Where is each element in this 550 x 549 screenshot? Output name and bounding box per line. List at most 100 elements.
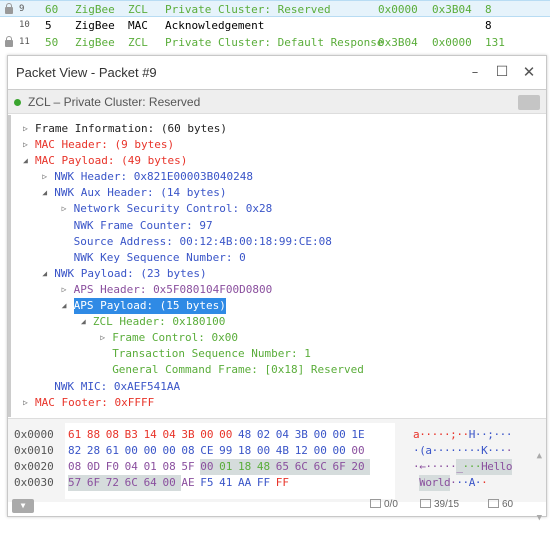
hex-byte[interactable]: 6F xyxy=(332,459,352,475)
expanded-arrow-icon[interactable]: ◢ xyxy=(81,314,86,330)
collapsed-arrow-icon[interactable]: ▷ xyxy=(62,201,67,217)
hex-byte[interactable]: 08 xyxy=(106,427,125,443)
hex-byte[interactable]: 00 xyxy=(144,443,163,459)
hex-byte[interactable]: 65 xyxy=(275,459,295,475)
tree-node[interactable]: ◢ ZCL Header: 0x180100 xyxy=(11,314,546,330)
hex-byte[interactable]: 01 xyxy=(219,459,239,475)
minimize-icon[interactable]: – xyxy=(464,56,486,89)
hex-byte[interactable]: 00 xyxy=(332,443,351,459)
packet-row[interactable]: 11 50 ZigBee ZCL Private Cluster: Default Re… xyxy=(0,34,550,51)
tree-node[interactable]: ◢ NWK Aux Header: (14 bytes) xyxy=(11,185,546,201)
hex-byte[interactable]: 18 xyxy=(238,443,257,459)
expand-down-button[interactable]: ▼ xyxy=(12,499,34,513)
hex-byte[interactable]: AE xyxy=(181,475,200,491)
packet-row[interactable]: 10 5 ZigBee MAC Acknowledgement 8 xyxy=(0,17,550,34)
hex-byte[interactable]: F0 xyxy=(106,459,125,475)
hex-byte[interactable]: 00 xyxy=(219,427,238,443)
hex-byte[interactable]: 18 xyxy=(238,459,257,475)
expanded-arrow-icon[interactable]: ◢ xyxy=(23,153,28,169)
hex-byte[interactable]: F5 xyxy=(200,475,219,491)
hex-byte[interactable]: 08 xyxy=(68,459,87,475)
hex-byte[interactable]: 1E xyxy=(351,427,370,443)
hex-byte[interactable]: CE xyxy=(200,443,219,459)
hex-byte[interactable]: 3B xyxy=(295,427,314,443)
tree-node[interactable]: ▷ NWK Header: 0x821E00003B040248 xyxy=(11,169,546,185)
tree-node[interactable]: General Command Frame: [0x18] Reserved xyxy=(11,362,546,378)
ascii-view[interactable]: a·····;··H··;··· ·(a········K···· ·←·····_… xyxy=(413,427,528,491)
tree-node[interactable]: ▷ Frame Control: 0x00 xyxy=(11,330,546,346)
hex-byte[interactable]: 00 xyxy=(314,443,333,459)
hex-byte[interactable]: 00 xyxy=(162,443,181,459)
ascii-char[interactable]: · xyxy=(481,475,488,491)
hex-byte[interactable]: 5F xyxy=(181,459,200,475)
tree-node[interactable]: Source Address: 00:12:4B:00:18:99:CE:08 xyxy=(11,234,546,250)
tree-node[interactable]: ◢ APS Payload: (15 bytes) xyxy=(11,298,546,315)
tree-node[interactable]: ▷ MAC Footer: 0xFFFF xyxy=(11,395,546,411)
hex-byte[interactable]: 72 xyxy=(105,475,125,491)
tree-node[interactable]: NWK Frame Counter: 97 xyxy=(11,218,546,234)
ascii-char[interactable]: · xyxy=(506,443,513,459)
hex-byte[interactable]: 6C xyxy=(124,475,144,491)
hex-byte[interactable]: 00 xyxy=(314,427,333,443)
hex-byte[interactable]: 0D xyxy=(87,459,106,475)
hex-bytes[interactable]: 61 88 08 B3 14 04 3B 00 00 48 02 04 3B 00 00 1E 82 28 61 00… xyxy=(68,427,371,491)
hex-byte[interactable]: 00 xyxy=(351,443,370,459)
hex-byte[interactable]: 28 xyxy=(87,443,106,459)
packet-row[interactable]: 9 60 ZigBee ZCL Private Cluster: Reserved 0x0… xyxy=(0,0,550,17)
expanded-arrow-icon[interactable]: ◢ xyxy=(42,185,47,201)
hex-byte[interactable]: 61 xyxy=(68,427,87,443)
hex-byte[interactable]: FF xyxy=(257,475,276,491)
hex-byte[interactable]: 00 xyxy=(257,443,276,459)
hex-byte[interactable]: 48 xyxy=(256,459,276,475)
hex-byte[interactable]: 20 xyxy=(351,459,371,475)
hex-byte[interactable]: 64 xyxy=(143,475,163,491)
tree-node[interactable]: ◢ MAC Payload: (49 bytes) xyxy=(11,153,546,169)
hex-byte[interactable]: FF xyxy=(276,475,295,491)
hex-byte[interactable]: 12 xyxy=(295,443,314,459)
hex-byte[interactable]: 6F xyxy=(86,475,106,491)
hex-byte[interactable]: 00 xyxy=(200,459,220,475)
hex-byte[interactable]: 88 xyxy=(87,427,106,443)
hex-byte[interactable]: 01 xyxy=(144,459,163,475)
tree-node[interactable]: NWK Key Sequence Number: 0 xyxy=(11,250,546,266)
hex-byte[interactable]: 99 xyxy=(219,443,238,459)
hex-byte[interactable]: 00 xyxy=(162,475,182,491)
hex-byte[interactable]: 04 xyxy=(162,427,181,443)
lock-button[interactable] xyxy=(518,95,540,110)
collapsed-arrow-icon[interactable]: ▷ xyxy=(42,169,47,185)
hex-byte[interactable]: 48 xyxy=(238,427,257,443)
tree-node[interactable]: ◢ NWK Payload: (23 bytes) xyxy=(11,266,546,282)
hex-byte[interactable]: 08 xyxy=(181,443,200,459)
ascii-char[interactable]: · xyxy=(506,427,513,443)
tree-node[interactable]: NWK MIC: 0xAEF541AA xyxy=(11,379,546,395)
ascii-char[interactable]: o xyxy=(505,459,512,475)
hex-byte[interactable]: 41 xyxy=(219,475,238,491)
collapsed-arrow-icon[interactable]: ▷ xyxy=(62,282,67,298)
tree-node[interactable]: ▷ APS Header: 0x5F080104F00D0800 xyxy=(11,282,546,298)
tree-node[interactable]: Transaction Sequence Number: 1 xyxy=(11,346,546,362)
hex-byte[interactable]: 61 xyxy=(106,443,125,459)
hex-byte[interactable]: 02 xyxy=(257,427,276,443)
collapsed-arrow-icon[interactable]: ▷ xyxy=(23,395,28,411)
hex-byte[interactable]: 3B xyxy=(181,427,200,443)
close-icon[interactable]: ✕ xyxy=(518,56,540,89)
hex-byte[interactable]: 82 xyxy=(68,443,87,459)
hex-byte[interactable]: AA xyxy=(238,475,257,491)
tree-node[interactable]: ▷ Network Security Control: 0x28 xyxy=(11,201,546,217)
hex-byte[interactable]: 00 xyxy=(200,427,219,443)
collapsed-arrow-icon[interactable]: ▷ xyxy=(23,137,28,153)
hex-byte[interactable]: 14 xyxy=(144,427,163,443)
hex-byte[interactable]: 04 xyxy=(276,427,295,443)
hex-byte[interactable]: 4B xyxy=(276,443,295,459)
hex-scrollbar[interactable]: ▲ ▼ xyxy=(537,425,542,549)
hex-byte[interactable]: 57 xyxy=(68,475,87,491)
tree-node[interactable]: ▷ MAC Header: (9 bytes) xyxy=(11,137,546,153)
hex-byte[interactable]: 00 xyxy=(125,443,144,459)
expanded-arrow-icon[interactable]: ◢ xyxy=(42,266,47,282)
hex-byte[interactable]: 04 xyxy=(125,459,144,475)
hex-byte[interactable]: 00 xyxy=(332,427,351,443)
hex-byte[interactable]: 08 xyxy=(162,459,181,475)
tree-node[interactable]: ▷ Frame Information: (60 bytes) xyxy=(11,121,546,137)
hex-byte[interactable]: B3 xyxy=(125,427,144,443)
maximize-icon[interactable]: ☐ xyxy=(491,56,513,89)
